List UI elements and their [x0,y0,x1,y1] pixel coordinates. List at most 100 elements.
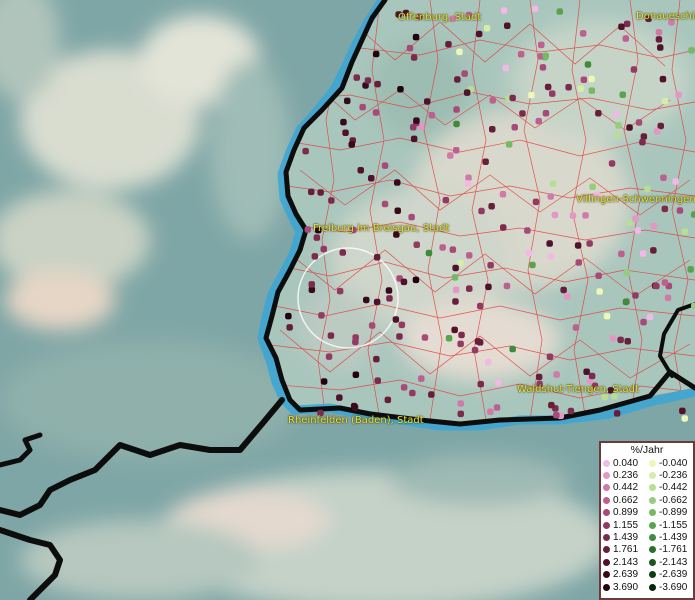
legend-label: 0.899 [613,507,639,519]
station-marker [457,400,464,407]
station-marker [538,41,545,49]
legend-swatch [649,558,656,566]
station-marker [529,261,536,269]
station-marker [639,250,647,257]
station-marker [465,174,472,181]
station-marker [532,198,540,206]
station-marker [613,110,620,117]
station-marker [458,331,465,339]
station-marker [394,207,401,214]
station-marker [595,110,602,117]
station-marker [342,129,349,136]
station-marker [613,410,621,417]
station-marker [650,222,657,230]
station-marker [406,44,414,52]
legend-label: -0.442 [659,482,688,494]
station-marker [539,64,547,71]
station-marker [551,211,559,219]
station-marker [352,371,360,378]
station-marker [340,118,347,126]
station-marker [452,286,460,294]
legend-label: -2.143 [659,556,688,568]
legend-entry-negative: -2.639 [647,569,693,580]
legend-swatch [603,472,610,480]
legend-label: 2.143 [613,556,639,568]
relief-map[interactable] [0,0,695,600]
station-marker [577,85,585,92]
station-marker [548,401,555,409]
station-marker [339,249,346,256]
legend-label: -1.761 [659,544,688,556]
station-marker [318,312,325,319]
station-marker [584,61,592,68]
station-marker [622,35,629,42]
legend-rows: 0.040 -0.040 0.236 -0.236 0.442 -0.442 0.662 -0… [601,457,693,593]
station-marker [412,276,420,284]
station-marker [327,332,335,339]
station-marker [311,253,319,260]
station-marker [509,345,516,353]
station-marker [572,324,580,331]
legend-entry-positive: 0.442 [601,482,647,493]
legend-entry-negative: -2.143 [647,557,693,568]
legend-swatch [603,509,610,517]
legend-entry-positive: 2.143 [601,557,647,568]
station-marker [421,334,429,341]
station-marker [632,292,639,299]
station-marker [624,338,631,345]
station-marker [640,133,648,140]
station-marker [511,124,518,131]
station-marker [372,50,380,58]
station-marker [397,86,404,93]
legend-label: -0.040 [659,457,688,469]
city-label-villingen: Villingen-Schwenningen, [576,194,695,205]
station-marker [626,219,633,227]
legend-swatch [603,571,610,579]
legend-swatch [649,509,656,517]
city-label-waldshut: Waldshut-Tiengen, Stadt [517,384,639,395]
station-marker [475,30,483,38]
station-marker [466,252,473,259]
station-marker [504,22,511,29]
legend-swatch [603,546,610,554]
station-marker [655,29,663,36]
station-marker [325,353,333,360]
station-marker [425,249,433,257]
station-marker [524,227,531,234]
station-marker [588,372,596,380]
station-marker [640,318,647,326]
station-marker [359,103,366,111]
station-marker [451,326,458,334]
station-marker [302,147,309,155]
station-marker [451,274,459,281]
station-marker [394,179,401,186]
station-marker [634,227,642,234]
station-marker [546,353,554,360]
legend-label: -2.639 [659,569,688,581]
station-marker [457,340,464,348]
legend: %/Jahr 0.040 -0.040 0.236 -0.236 0.442 -0.442… [599,441,695,600]
legend-entry-positive: 3.690 [601,582,647,593]
legend-entry-negative: -0.040 [647,458,693,469]
station-marker [632,215,639,222]
legend-label: -3.690 [659,581,688,593]
station-marker [556,8,563,15]
station-marker [453,147,460,154]
legend-entry-positive: 0.040 [601,458,647,469]
station-marker [574,242,582,249]
station-marker [661,97,669,105]
station-marker [461,70,468,77]
station-marker [445,335,453,342]
station-marker [639,138,646,146]
city-label-freiburg: Freiburg im Breisgau, Stadt [313,223,450,234]
station-marker [373,298,381,306]
legend-swatch [649,484,656,492]
station-marker [653,282,660,290]
legend-row: 0.662 -0.662 [601,494,693,506]
station-marker [453,106,460,113]
legend-entry-positive: 1.761 [601,544,647,555]
legend-label: -0.899 [659,507,688,519]
station-marker [478,207,485,215]
station-marker [681,415,688,422]
station-marker [687,266,694,273]
